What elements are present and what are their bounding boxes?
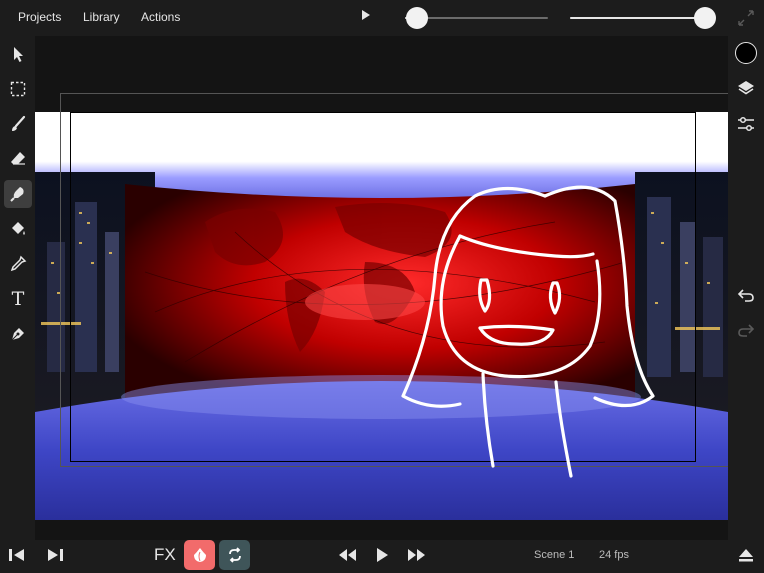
undo-icon[interactable] (732, 281, 760, 309)
next-frame-icon[interactable] (44, 546, 66, 564)
opacity-fill (570, 17, 705, 19)
eyedropper-icon[interactable] (4, 250, 32, 278)
projects-menu[interactable]: Projects (18, 10, 61, 24)
rewind-icon[interactable] (336, 547, 358, 563)
pen-tool-icon[interactable] (4, 320, 32, 348)
smudge-icon[interactable] (4, 180, 32, 208)
scene-label[interactable]: Scene 1 (534, 549, 574, 561)
actions-menu[interactable]: Actions (141, 10, 180, 24)
eraser-icon[interactable] (4, 145, 32, 173)
right-toolbar (728, 36, 764, 540)
fps-label[interactable]: 24 fps (599, 549, 629, 561)
adjustments-icon[interactable] (732, 110, 760, 138)
loop-icon (228, 547, 241, 563)
redo-icon[interactable] (732, 316, 760, 344)
onion-skin-button[interactable] (184, 540, 215, 570)
character-sketch (401, 185, 655, 478)
previous-frame-icon[interactable] (6, 546, 28, 564)
opacity-knob[interactable] (694, 7, 716, 29)
expand-icon[interactable] (737, 9, 755, 27)
text-tool-glyph: T (11, 288, 25, 310)
current-color-swatch (735, 42, 757, 64)
fast-forward-icon[interactable] (406, 547, 428, 563)
play-icon[interactable] (373, 546, 391, 564)
brush-icon[interactable] (4, 110, 32, 138)
left-toolbar: T (0, 36, 35, 540)
fx-button[interactable]: FX (154, 545, 176, 565)
drawing-canvas[interactable] (35, 36, 728, 540)
layers-icon[interactable] (732, 74, 760, 102)
onion-icon (193, 548, 206, 562)
opacity-slider[interactable] (570, 7, 716, 29)
brush-size-slider[interactable] (405, 7, 548, 29)
top-toolbar: Projects Library Actions (0, 0, 764, 36)
library-menu[interactable]: Library (83, 10, 120, 24)
text-tool-icon[interactable]: T (4, 285, 32, 313)
color-swatch-icon[interactable] (732, 39, 760, 67)
eject-timeline-icon[interactable] (736, 546, 756, 564)
paint-bucket-icon[interactable] (4, 215, 32, 243)
loop-button[interactable] (219, 540, 250, 570)
brush-size-knob[interactable] (406, 7, 428, 29)
play-preview-icon[interactable] (362, 10, 370, 20)
marquee-select-icon[interactable] (4, 75, 32, 103)
selection-arrow-icon[interactable] (4, 40, 32, 68)
